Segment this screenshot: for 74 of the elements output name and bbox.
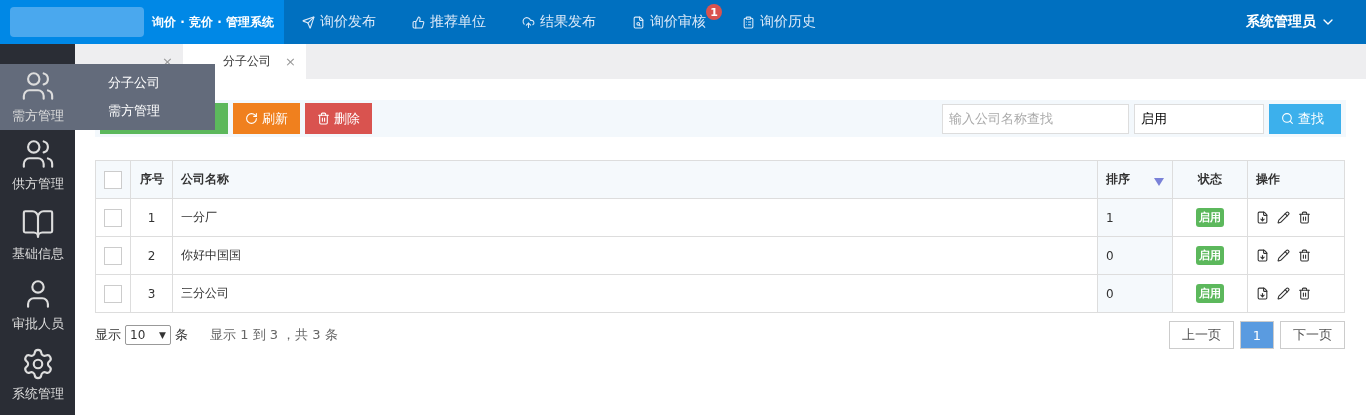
sidebar-item[interactable]: 系统管理 [0, 340, 75, 410]
search-icon [1281, 112, 1294, 125]
close-icon[interactable]: × [284, 54, 296, 69]
sidebar-label: 审批人员 [11, 315, 64, 333]
users-icon [20, 69, 55, 103]
trash-icon[interactable] [1298, 211, 1311, 224]
export-icon[interactable] [1256, 249, 1269, 262]
column-header[interactable]: 公司名称 [172, 160, 1098, 199]
trash-icon[interactable] [1298, 249, 1311, 262]
sidebar-item[interactable]: 审批人员 [0, 270, 75, 340]
book-icon [20, 207, 55, 241]
table-cell: 三分公司 [172, 274, 1098, 313]
clipboard-icon [742, 15, 755, 29]
column-header[interactable]: 操作 [1247, 160, 1345, 199]
page-size-select[interactable]: 10 ▼ [125, 325, 171, 345]
submenu-item[interactable]: 需方管理 [108, 102, 215, 120]
status-field[interactable]: 启用 [1134, 103, 1264, 134]
nav-link[interactable]: 询价历史 [724, 0, 834, 44]
refresh-button[interactable]: 刷新 [233, 103, 300, 134]
edit-icon[interactable] [1277, 287, 1290, 300]
table-cell: 3 [130, 274, 173, 313]
show-label: 显示 [95, 326, 121, 344]
export-icon[interactable] [1256, 211, 1269, 224]
table-cell: 0 [1097, 236, 1173, 275]
table-cell: 1 [1097, 198, 1173, 237]
nav-link[interactable]: 询价发布 [284, 0, 394, 44]
row-checkbox[interactable] [104, 246, 122, 265]
notification-badge: 1 [706, 4, 722, 20]
nav-link[interactable]: 询价审核 1 [614, 0, 724, 44]
edit-icon[interactable] [1277, 249, 1290, 262]
select-all-checkbox[interactable] [104, 170, 122, 189]
sidebar-item[interactable]: 基础信息 [0, 200, 75, 270]
user-menu[interactable]: 系统管理员 [1216, 0, 1366, 44]
search-field[interactable]: 输入公司名称查找 [942, 103, 1129, 134]
system-name: 询价 · 竞价 · 管理系统 [152, 13, 274, 31]
status-tag: 启用 [1196, 246, 1224, 265]
send-icon [302, 15, 315, 29]
export-icon[interactable] [1256, 287, 1269, 300]
unit-label: 条 [175, 326, 188, 344]
status-tag: 启用 [1196, 284, 1224, 303]
table-cell: 0 [1097, 274, 1173, 313]
record-summary: 显示 1 到 3 ，共 3 条 [210, 326, 338, 344]
column-header[interactable]: 排序 [1097, 160, 1173, 199]
table-cell: 2 [130, 236, 173, 275]
trash-icon[interactable] [1298, 287, 1311, 300]
next-page-button[interactable]: 下一页 [1280, 321, 1345, 349]
sidebar-label: 供方管理 [11, 175, 64, 193]
prev-page-button[interactable]: 上一页 [1168, 321, 1234, 349]
page-number-button[interactable]: 1 [1239, 321, 1274, 349]
document-search-icon [632, 15, 645, 29]
sidebar-label: 系统管理 [11, 385, 64, 403]
edit-icon[interactable] [1277, 211, 1290, 224]
status-tag: 启用 [1196, 208, 1224, 227]
row-checkbox[interactable] [104, 208, 122, 227]
caret-icon: ▼ [159, 330, 166, 340]
cloud-upload-icon [522, 15, 535, 29]
sidebar-label: 基础信息 [11, 245, 64, 263]
refresh-icon [245, 112, 258, 125]
trash-icon [317, 112, 330, 125]
sidebar-item[interactable]: 需方管理 [0, 64, 75, 130]
sort-icon [1154, 178, 1164, 186]
sidebar-label: 需方管理 [11, 107, 64, 125]
nav-link[interactable]: 推荐单位 [394, 0, 504, 44]
column-header[interactable]: 序号 [130, 160, 173, 199]
thumbs-up-icon [412, 15, 425, 29]
column-header[interactable]: 状态 [1172, 160, 1248, 199]
nav-link[interactable]: 结果发布 [504, 0, 614, 44]
row-checkbox[interactable] [104, 284, 122, 303]
delete-button[interactable]: 删除 [305, 103, 372, 134]
table-cell: 一分厂 [172, 198, 1098, 237]
table-cell: 1 [130, 198, 173, 237]
table-cell: 你好中国国 [172, 236, 1098, 275]
sidebar-item[interactable]: 供方管理 [0, 130, 75, 200]
users-icon [20, 137, 55, 171]
